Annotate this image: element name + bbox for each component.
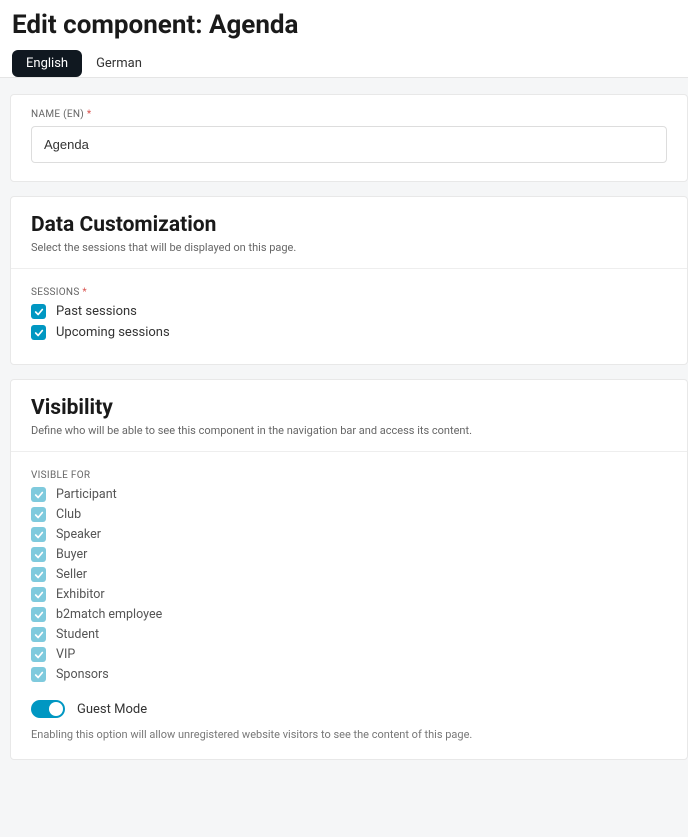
guest-mode-note: Enabling this option will allow unregist… — [31, 728, 667, 741]
data-customization-title: Data Customization — [31, 213, 667, 237]
check-icon — [34, 307, 44, 317]
check-icon — [34, 590, 44, 600]
data-customization-desc: Select the sessions that will be display… — [31, 241, 667, 254]
label-student: Student — [56, 627, 99, 642]
visibility-title: Visibility — [31, 396, 667, 420]
tab-english[interactable]: English — [12, 50, 82, 77]
label-past-sessions: Past sessions — [56, 304, 137, 319]
check-icon — [34, 530, 44, 540]
name-label: NAME (EN) * — [31, 109, 667, 120]
visibility-card: Visibility Define who will be able to se… — [10, 379, 688, 760]
guest-mode-label: Guest Mode — [77, 702, 147, 717]
data-customization-card: Data Customization Select the sessions t… — [10, 196, 688, 365]
check-icon — [34, 510, 44, 520]
name-input[interactable] — [31, 126, 667, 163]
page-title: Edit component: Agenda — [12, 10, 676, 40]
check-icon — [34, 610, 44, 620]
checkbox-sponsors[interactable] — [31, 667, 46, 682]
check-icon — [34, 650, 44, 660]
label-upcoming-sessions: Upcoming sessions — [56, 325, 170, 340]
checkbox-club[interactable] — [31, 507, 46, 522]
checkbox-participant[interactable] — [31, 487, 46, 502]
label-seller: Seller — [56, 567, 87, 582]
checkbox-buyer[interactable] — [31, 547, 46, 562]
label-buyer: Buyer — [56, 547, 87, 562]
label-sponsors: Sponsors — [56, 667, 109, 682]
check-icon — [34, 570, 44, 580]
checkbox-speaker[interactable] — [31, 527, 46, 542]
checkbox-exhibitor[interactable] — [31, 587, 46, 602]
visibility-desc: Define who will be able to see this comp… — [31, 424, 667, 437]
check-icon — [34, 328, 44, 338]
check-icon — [34, 550, 44, 560]
tab-german[interactable]: German — [82, 50, 156, 77]
checkbox-past-sessions[interactable] — [31, 304, 46, 319]
label-participant: Participant — [56, 487, 117, 502]
checkbox-vip[interactable] — [31, 647, 46, 662]
label-vip: VIP — [56, 647, 75, 662]
label-club: Club — [56, 507, 81, 522]
visible-for-label: VISIBLE FOR — [31, 470, 667, 481]
name-card: NAME (EN) * — [10, 94, 688, 182]
guest-mode-toggle[interactable] — [31, 700, 65, 718]
checkbox-seller[interactable] — [31, 567, 46, 582]
checkbox-b2match-employee[interactable] — [31, 607, 46, 622]
checkbox-upcoming-sessions[interactable] — [31, 325, 46, 340]
check-icon — [34, 670, 44, 680]
sessions-label: SESSIONS * — [31, 287, 667, 298]
label-b2match-employee: b2match employee — [56, 607, 162, 622]
check-icon — [34, 490, 44, 500]
language-tabs: English German — [12, 50, 676, 77]
label-exhibitor: Exhibitor — [56, 587, 105, 602]
label-speaker: Speaker — [56, 527, 101, 542]
checkbox-student[interactable] — [31, 627, 46, 642]
check-icon — [34, 630, 44, 640]
